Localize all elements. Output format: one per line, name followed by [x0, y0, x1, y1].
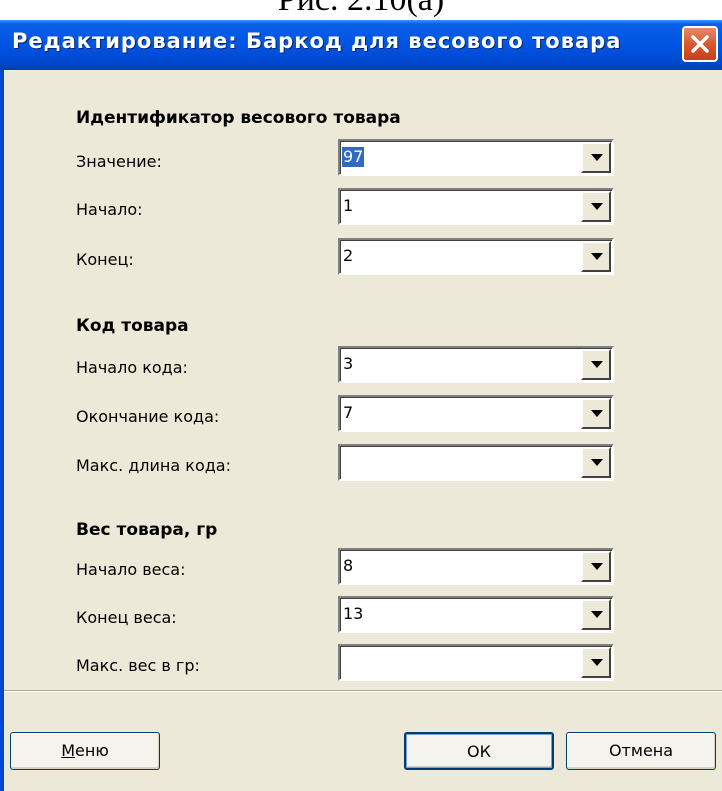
section-title-product-code: Код товара — [76, 316, 189, 336]
chevron-down-icon — [591, 459, 603, 466]
figure-caption: Рис. 2.10(а) — [0, 0, 722, 20]
field-label-weight-start: Начало веса: — [76, 560, 186, 579]
max-weight-dropdown-button[interactable] — [581, 647, 611, 678]
window-frame-left — [0, 70, 4, 791]
max-weight-combobox[interactable] — [338, 644, 614, 681]
window-title: Редактирование: Баркод для весового това… — [12, 29, 622, 53]
field-label-max-code-length: Макс. длина кода: — [76, 456, 231, 475]
chevron-down-icon — [591, 203, 603, 210]
field-label-end: Конец: — [76, 250, 134, 269]
cancel-button[interactable]: Отмена — [566, 732, 716, 770]
title-bar[interactable]: Редактирование: Баркод для весового това… — [0, 20, 722, 70]
value-combobox[interactable]: 97 — [338, 139, 614, 176]
chevron-down-icon — [591, 361, 603, 368]
section-title-weight: Вес товара, гр — [76, 520, 218, 540]
end-dropdown-button[interactable] — [581, 241, 611, 272]
chevron-down-icon — [591, 563, 603, 570]
start-dropdown-button[interactable] — [581, 191, 611, 222]
value-dropdown-button[interactable] — [581, 142, 611, 173]
weight-start-dropdown-button[interactable] — [581, 551, 611, 582]
chevron-down-icon — [591, 154, 603, 161]
menu-button[interactable]: Меню — [10, 732, 160, 770]
weight-end-dropdown-button[interactable] — [581, 599, 611, 630]
chevron-down-icon — [591, 611, 603, 618]
field-label-code-start: Начало кода: — [76, 358, 188, 377]
edit-barcode-dialog: Редактирование: Баркод для весового това… — [0, 20, 722, 791]
weight-end-combobox-text[interactable]: 13 — [342, 604, 364, 624]
end-combobox[interactable]: 2 — [338, 238, 614, 275]
close-icon — [691, 35, 709, 53]
code-start-dropdown-button[interactable] — [581, 349, 611, 380]
close-button[interactable] — [682, 26, 718, 62]
start-combobox[interactable]: 1 — [338, 188, 614, 225]
button-bar-separator — [4, 690, 722, 692]
weight-start-combobox-text[interactable]: 8 — [342, 556, 354, 576]
section-title-weight-id: Идентификатор весового товара — [76, 108, 401, 128]
code-end-combobox[interactable]: 7 — [338, 395, 614, 432]
chevron-down-icon — [591, 253, 603, 260]
code-start-combobox[interactable]: 3 — [338, 346, 614, 383]
figure-caption-text: Рис. 2.10(а) — [0, 0, 722, 20]
code-start-combobox-text[interactable]: 3 — [342, 354, 354, 374]
value-combobox-text[interactable]: 97 — [342, 147, 365, 167]
weight-start-combobox[interactable]: 8 — [338, 548, 614, 585]
chevron-down-icon — [591, 659, 603, 666]
field-label-max-weight: Макс. вес в гр: — [76, 656, 200, 675]
max-code-length-combobox[interactable] — [338, 444, 614, 481]
code-end-combobox-text[interactable]: 7 — [342, 403, 354, 423]
max-code-length-dropdown-button[interactable] — [581, 447, 611, 478]
start-combobox-text[interactable]: 1 — [342, 196, 354, 216]
end-combobox-text[interactable]: 2 — [342, 246, 354, 266]
field-label-code-end: Окончание кода: — [76, 407, 220, 426]
ok-button[interactable]: ОК — [404, 732, 554, 770]
field-label-start: Начало: — [76, 200, 143, 219]
code-end-dropdown-button[interactable] — [581, 398, 611, 429]
weight-end-combobox[interactable]: 13 — [338, 596, 614, 633]
chevron-down-icon — [591, 410, 603, 417]
field-label-weight-end: Конец веса: — [76, 608, 177, 627]
field-label-value: Значение: — [76, 152, 162, 171]
